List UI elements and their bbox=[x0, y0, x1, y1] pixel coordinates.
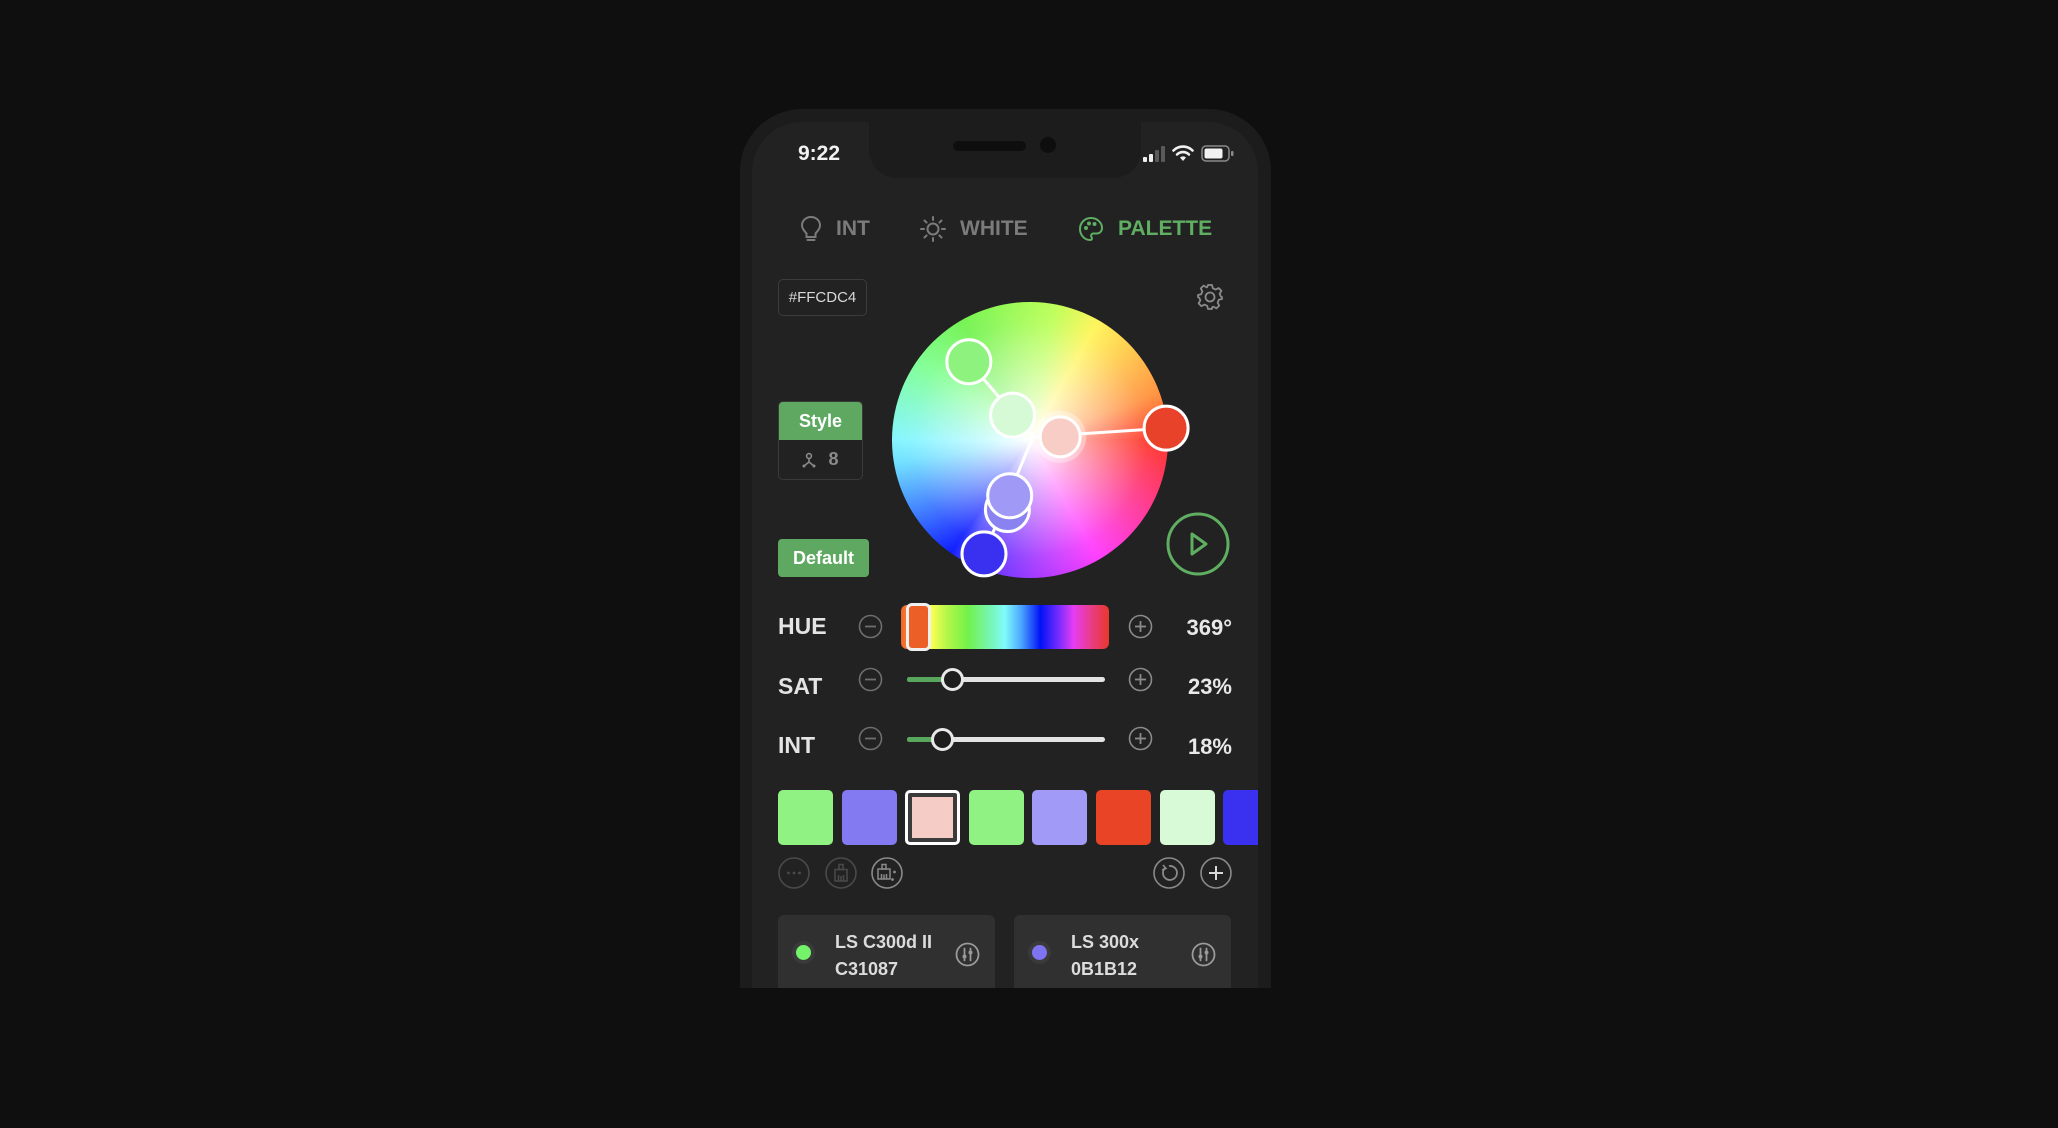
int-decrease-button[interactable] bbox=[858, 726, 883, 751]
brush-icon bbox=[834, 863, 848, 882]
style-selector[interactable]: Style 8 bbox=[778, 401, 863, 480]
device-id: C31087 bbox=[835, 959, 899, 979]
sat-decrease-button[interactable] bbox=[858, 667, 883, 692]
palette-swatch[interactable] bbox=[1159, 790, 1215, 845]
palette-icon bbox=[1078, 216, 1104, 242]
wifi-icon bbox=[1172, 145, 1194, 161]
brush-button[interactable] bbox=[825, 857, 857, 889]
palette-swatch[interactable] bbox=[905, 790, 961, 845]
palette-swatch[interactable] bbox=[841, 790, 897, 845]
int-slider-thumb[interactable] bbox=[931, 728, 955, 751]
speaker bbox=[953, 141, 1026, 151]
device-name: LS 300x bbox=[1071, 932, 1140, 952]
tab-int[interactable]: INT bbox=[800, 214, 870, 244]
style-button[interactable]: Style bbox=[779, 402, 862, 440]
tab-int-label: INT bbox=[836, 217, 870, 240]
style-count: 8 bbox=[779, 440, 862, 479]
hue-slider-thumb[interactable] bbox=[905, 603, 931, 651]
device-status-dot bbox=[1032, 945, 1047, 960]
palette-swatch[interactable] bbox=[778, 790, 833, 845]
tab-white-label: WHITE bbox=[960, 217, 1028, 240]
hue-label: HUE bbox=[778, 613, 827, 639]
hue-decrease-button[interactable] bbox=[858, 614, 883, 639]
front-camera bbox=[1040, 137, 1056, 153]
sat-label: SAT bbox=[778, 673, 823, 699]
int-increase-button[interactable] bbox=[1128, 726, 1153, 751]
sat-increase-button[interactable] bbox=[1128, 667, 1153, 692]
sliders-icon bbox=[963, 947, 972, 962]
device-settings-button[interactable] bbox=[1191, 942, 1216, 967]
tripod-icon bbox=[802, 452, 816, 467]
lightbulb-icon bbox=[800, 215, 822, 241]
hue-increase-button[interactable] bbox=[1128, 614, 1153, 639]
battery-icon bbox=[1201, 145, 1234, 162]
int-label: INT bbox=[778, 732, 816, 758]
screen-crop-edge bbox=[0, 988, 2058, 1128]
status-time: 9:22 bbox=[798, 142, 841, 165]
device-status-dot bbox=[796, 945, 811, 960]
gear-icon[interactable] bbox=[1196, 283, 1224, 311]
tab-white[interactable]: WHITE bbox=[920, 214, 1028, 244]
int-value: 18% bbox=[1187, 734, 1232, 759]
palette-swatch[interactable] bbox=[1032, 790, 1088, 845]
device-name: LS C300d II bbox=[835, 932, 933, 952]
device-settings-button[interactable] bbox=[955, 942, 980, 967]
style-count-value: 8 bbox=[828, 449, 839, 469]
palette-swatch[interactable] bbox=[1223, 790, 1258, 845]
tab-palette-label: PALETTE bbox=[1118, 217, 1213, 240]
sliders-icon bbox=[1199, 947, 1208, 962]
default-button[interactable]: Default bbox=[778, 539, 869, 577]
palette-swatch[interactable] bbox=[968, 790, 1024, 845]
sat-slider-thumb[interactable] bbox=[941, 668, 965, 691]
magic-brush-icon bbox=[877, 863, 891, 880]
hue-slider-track[interactable] bbox=[901, 605, 1109, 649]
add-color-button[interactable] bbox=[1200, 857, 1232, 889]
more-options-button[interactable] bbox=[778, 857, 810, 889]
device-id: 0B1B12 bbox=[1071, 959, 1138, 979]
play-icon bbox=[1190, 532, 1208, 556]
play-button[interactable] bbox=[1165, 511, 1231, 577]
hue-value: 369° bbox=[1186, 615, 1232, 640]
magic-brush-button[interactable] bbox=[871, 857, 903, 889]
palette-swatch[interactable] bbox=[1096, 790, 1151, 845]
color-wheel-saturation-overlay bbox=[892, 302, 1168, 578]
sun-icon bbox=[920, 216, 946, 242]
cellular-signal-icon bbox=[1143, 146, 1165, 162]
tab-palette[interactable]: PALETTE bbox=[1078, 214, 1212, 244]
sat-value: 23% bbox=[1187, 674, 1232, 699]
hex-color-field[interactable]: #FFCDC4 bbox=[778, 279, 867, 316]
reset-button[interactable] bbox=[1153, 857, 1185, 889]
